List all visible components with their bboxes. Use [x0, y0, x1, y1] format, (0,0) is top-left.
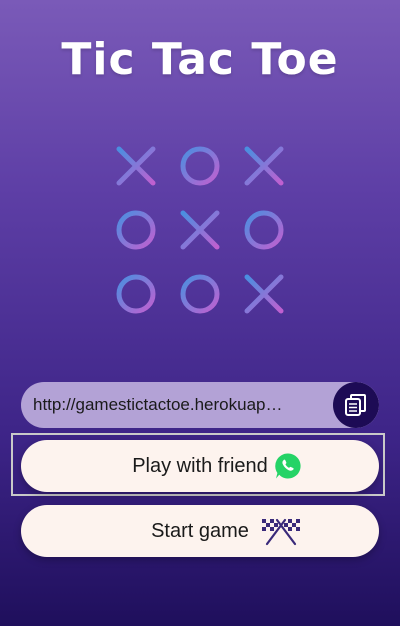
app-title: Tic Tac Toe [61, 34, 339, 85]
play-with-friend-button[interactable]: Play with friend [21, 440, 379, 492]
share-url-bar[interactable]: http://gamestictactoe.herokuap… [21, 382, 379, 428]
play-with-friend-label: Play with friend [132, 454, 268, 477]
o-mark [116, 210, 156, 250]
x-mark [244, 274, 284, 314]
tic-tac-toe-logo [105, 135, 295, 325]
x-mark [116, 146, 156, 186]
copy-button[interactable] [333, 382, 379, 428]
x-mark [180, 210, 220, 250]
x-mark [244, 146, 284, 186]
o-mark [116, 274, 156, 314]
whatsapp-icon [273, 451, 303, 481]
o-mark [180, 274, 220, 314]
start-game-button[interactable]: Start game [21, 505, 379, 557]
start-game-label: Start game [151, 519, 249, 542]
o-mark [244, 210, 284, 250]
o-mark [180, 146, 220, 186]
racing-flags-icon [259, 516, 303, 546]
share-url-text[interactable]: http://gamestictactoe.herokuap… [21, 395, 333, 415]
copy-icon [345, 394, 366, 416]
